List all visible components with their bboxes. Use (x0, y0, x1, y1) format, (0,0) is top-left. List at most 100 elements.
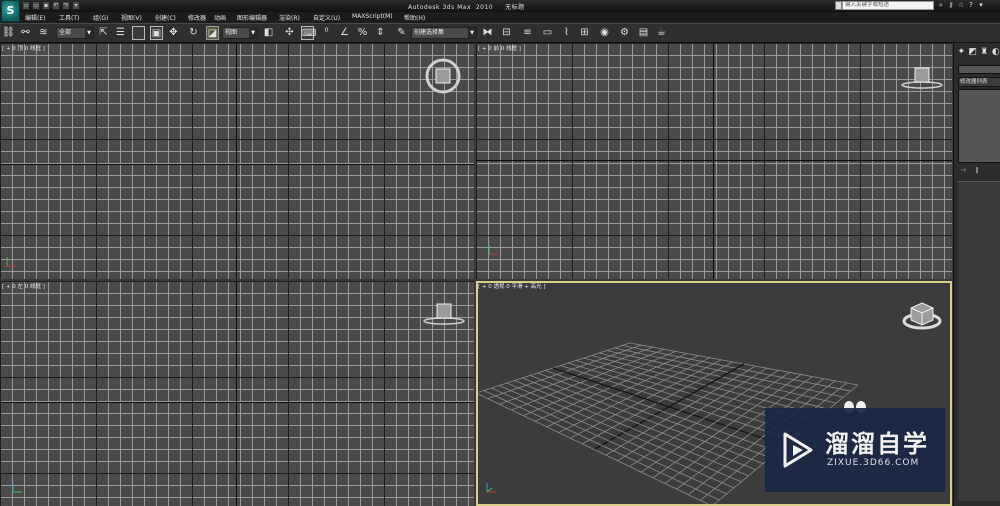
viewport-front[interactable]: [ + 0 前 0 线框 ] (476, 43, 952, 279)
snaps-toggle-icon[interactable]: ⁰ (320, 26, 333, 40)
hierarchy-tab-icon[interactable]: ♜ (979, 45, 990, 59)
search-icon[interactable]: ⌕ (937, 1, 945, 10)
infocenter-tools: ⌕ ⚷ ☆ ? ▾ (937, 1, 985, 10)
keyboard-shortcut-icon[interactable]: ⌨ (301, 26, 316, 40)
named-selection-value: 创建选择集 (414, 29, 445, 36)
menu-maxscript[interactable]: MAXScript(M) (352, 13, 393, 20)
angle-snap-icon[interactable]: ∠ (338, 26, 351, 40)
reference-coord-value: 视图 (225, 29, 238, 36)
menu-create[interactable]: 创建(C) (155, 13, 176, 22)
graphite-ribbon-icon[interactable]: ▭ (541, 26, 554, 40)
chevron-down-icon: ▼ (249, 28, 257, 38)
curve-editor-icon[interactable]: ⌇ (560, 26, 573, 40)
modifier-stack[interactable] (958, 89, 1000, 163)
viewport-label[interactable]: [ + 0 前 0 线框 ] (478, 44, 521, 52)
menu-modifiers[interactable]: 修改器 (188, 13, 206, 22)
named-selection-dropdown[interactable]: 创建选择集 ▼ (411, 27, 477, 39)
percent-snap-icon[interactable]: % (356, 26, 369, 40)
command-panel-tabs: ✦ ◩ ♜ ◐ (956, 45, 1000, 61)
help-icon[interactable]: ? (967, 1, 975, 10)
quick-access-toolbar: ▫ ▭ ▪ ↶ ↷ ▾ (22, 1, 80, 11)
show-end-result-icon[interactable]: ‖ (972, 166, 982, 176)
create-tab-icon[interactable]: ✦ (956, 45, 967, 59)
menu-rendering[interactable]: 渲染(R) (279, 13, 300, 22)
material-editor-icon[interactable]: ◉ (598, 26, 611, 40)
select-object-icon[interactable]: ⇱ (97, 26, 110, 40)
pivot-center-icon[interactable]: ◧ (262, 26, 275, 40)
axis-tripod-icon (488, 245, 498, 255)
save-icon[interactable]: ▪ (42, 1, 50, 10)
rect-selection-region-icon[interactable] (132, 26, 145, 40)
window-title: Autodesk 3ds Max 2010 无标题 (408, 4, 525, 11)
parameters-rollout (958, 181, 1000, 501)
menu-views[interactable]: 视图(V) (121, 13, 142, 22)
menu-graph-editors[interactable]: 图形编辑器 (237, 13, 267, 22)
spinner-snap-icon[interactable]: ⇕ (374, 26, 387, 40)
viewport-top[interactable]: [ + 0 顶 0 线框 ] (0, 43, 474, 279)
chevron-down-icon: ▼ (468, 28, 476, 38)
layer-manager-icon[interactable]: ≡ (521, 26, 534, 40)
world-z-axis (713, 43, 714, 279)
reference-coord-dropdown[interactable]: 视图 ▼ (222, 27, 258, 39)
viewcube-icon[interactable] (900, 65, 944, 91)
select-move-icon[interactable]: ✥ (167, 26, 180, 40)
search-input[interactable]: 键入关键字或短语 (842, 1, 934, 10)
title-bar: ▫ ▭ ▪ ↶ ↷ ▾ Autodesk 3ds Max 2010 无标题 键入… (0, 0, 1000, 12)
key-icon[interactable]: ⚷ (947, 1, 955, 10)
manipulate-icon[interactable]: ✣ (283, 26, 296, 40)
redo-icon[interactable]: ↷ (62, 1, 70, 10)
command-panel: ✦ ◩ ♜ ◐ 修改器列表 ⊣ ‖ (953, 43, 1000, 506)
menu-edit[interactable]: 编辑(E) (25, 13, 45, 22)
axis-tripod-icon (486, 483, 496, 493)
viewport-label[interactable]: [ + 0 左 0 线框 ] (2, 282, 45, 290)
axis-tripod-icon (6, 257, 16, 267)
menu-customize[interactable]: 自定义(U) (313, 13, 340, 22)
link-icon[interactable]: ⛓ (2, 26, 15, 40)
chevron-down-icon: ▼ (85, 28, 93, 38)
select-scale-icon[interactable]: ◪ (206, 26, 219, 40)
align-icon[interactable]: ⊟ (500, 26, 513, 40)
rendered-frame-icon[interactable]: ▤ (637, 26, 650, 40)
viewport-label[interactable]: [ + 0 顶 0 线框 ] (2, 44, 45, 52)
app-logo-button[interactable]: S (1, 0, 20, 22)
bind-spacewarp-icon[interactable]: ≋ (37, 26, 50, 40)
star-icon[interactable]: ☆ (957, 1, 965, 10)
mirror-icon[interactable]: ⧓ (481, 26, 494, 40)
menu-animation[interactable]: 动画 (214, 13, 226, 22)
object-name-field[interactable] (958, 65, 1000, 74)
main-toolbar: ⛓ ⚯ ≋ 全部 ▼ ⇱ ☰ ▣ ✥ ↻ ◪ 视图 ▼ ◧ ✣ ⌨ ⁰ ∠ % … (0, 23, 1000, 43)
modify-tab-icon[interactable]: ◩ (968, 45, 979, 59)
world-x-axis (476, 160, 952, 161)
viewport-left[interactable]: [ + 0 左 0 线框 ] (0, 281, 474, 506)
world-z-axis (236, 281, 237, 506)
dropdown-icon[interactable]: ▾ (72, 1, 80, 10)
select-by-name-icon[interactable]: ☰ (114, 26, 127, 40)
schematic-view-icon[interactable]: ⊞ (578, 26, 591, 40)
menu-tools[interactable]: 工具(T) (59, 13, 79, 22)
unlink-icon[interactable]: ⚯ (19, 26, 32, 40)
watermark-title: 溜溜自学 (825, 430, 929, 458)
menu-group[interactable]: 组(G) (93, 13, 108, 22)
axis-tripod-icon (12, 483, 22, 493)
viewcube-icon[interactable] (422, 301, 466, 327)
modifier-list-dropdown[interactable]: 修改器列表 (958, 77, 1000, 87)
viewcube-icon[interactable] (424, 57, 462, 95)
menu-help[interactable]: 帮助(H) (404, 13, 425, 22)
motion-tab-icon[interactable]: ◐ (991, 45, 1000, 59)
window-crossing-icon[interactable]: ▣ (150, 26, 163, 40)
edit-named-selection-icon[interactable]: ✎ (395, 26, 408, 40)
viewcube-icon[interactable] (900, 299, 944, 333)
world-x-axis (0, 164, 474, 165)
undo-icon[interactable]: ↶ (52, 1, 60, 10)
play-logo-icon (783, 432, 813, 468)
select-rotate-icon[interactable]: ↻ (187, 26, 200, 40)
selection-filter-dropdown[interactable]: 全部 ▼ (56, 27, 94, 39)
stack-tools: ⊣ ‖ (958, 166, 1000, 176)
chevron-down-icon[interactable]: ▾ (977, 1, 985, 10)
pin-stack-icon[interactable]: ⊣ (958, 166, 968, 176)
render-setup-icon[interactable]: ⚙ (618, 26, 631, 40)
new-icon[interactable]: ▫ (22, 1, 30, 10)
render-production-icon[interactable]: ☕ (655, 26, 668, 40)
open-icon[interactable]: ▭ (32, 1, 40, 10)
search-options-icon[interactable] (835, 1, 842, 10)
